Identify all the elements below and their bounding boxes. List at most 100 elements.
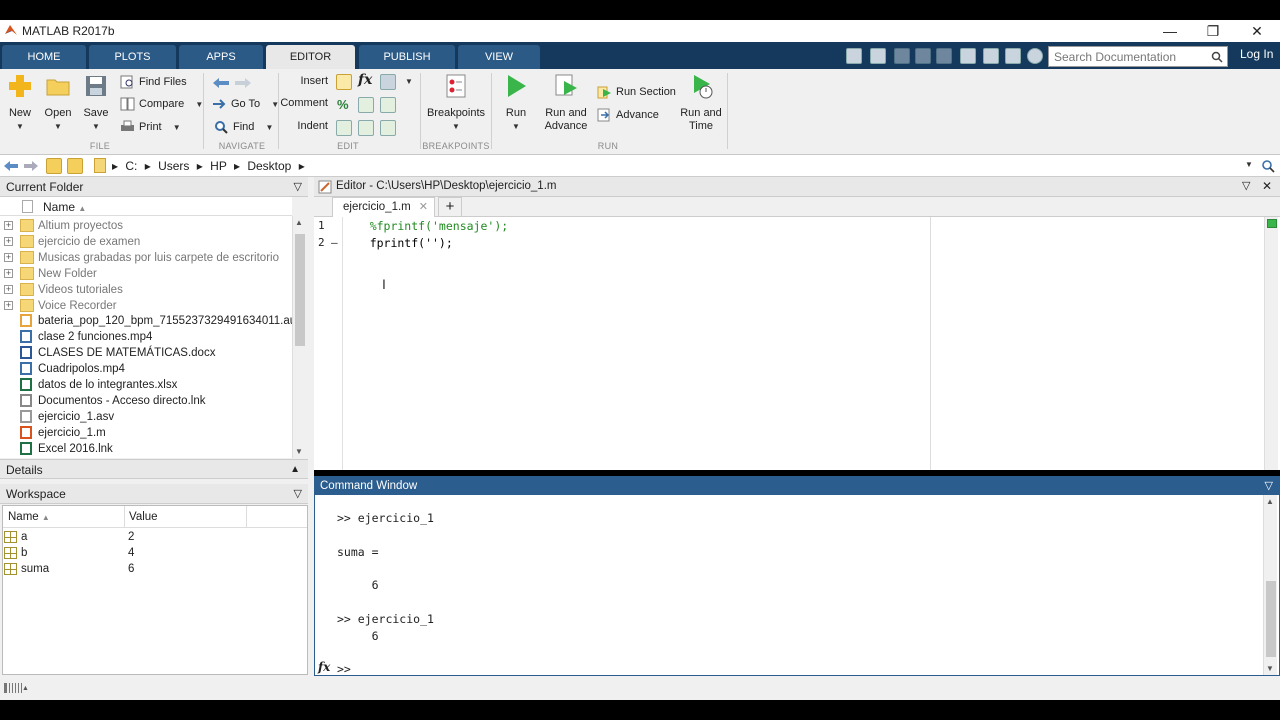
insert-matrix-icon[interactable] (380, 74, 396, 90)
tab-apps[interactable]: APPS (179, 45, 263, 69)
new-tab-plus-icon[interactable]: + (438, 197, 462, 217)
run-and-advance-button[interactable]: Run and Advance (540, 73, 592, 133)
tab-plots[interactable]: PLOTS (89, 45, 176, 69)
function-browser-icon[interactable]: fx (318, 660, 330, 674)
scroll-up-icon[interactable]: ▲ (1266, 497, 1274, 506)
expand-icon[interactable]: + (4, 221, 13, 230)
workspace-name-column[interactable]: Name ▲ (8, 511, 50, 523)
folder-list-item[interactable]: + ejercicio de examen (0, 234, 292, 250)
insert-function-icon[interactable]: fx (358, 72, 372, 88)
tab-editor[interactable]: EDITOR (266, 45, 355, 69)
expand-icon[interactable]: + (4, 236, 13, 246)
panel-menu-icon[interactable]: ▽ (294, 484, 302, 504)
wrap-comments-icon[interactable] (380, 97, 396, 113)
folder-list-item[interactable]: + New Folder (0, 266, 292, 282)
breadcrumb-drive[interactable]: C: (125, 159, 137, 173)
compare-button[interactable]: Compare ▼ (120, 95, 203, 113)
login-link[interactable]: Log In (1240, 47, 1273, 61)
folder-list-item[interactable]: + Voice Recorder (0, 298, 292, 314)
minimize-icon[interactable]: — (1152, 21, 1188, 41)
run-section-button[interactable]: Run Section (597, 83, 676, 101)
breadcrumb-desktop[interactable]: Desktop (247, 159, 291, 173)
folder-list-item[interactable]: datos de lo integrantes.xlsx (0, 377, 292, 393)
folder-list-item[interactable]: + Musicas grabadas por luis carpete de es… (0, 250, 292, 266)
search-documentation-input[interactable]: Search Documentation (1048, 46, 1228, 67)
workspace-value-column[interactable]: Value (129, 511, 158, 523)
command-prompt[interactable]: >> (337, 662, 351, 676)
maximize-icon[interactable]: ❐ (1195, 21, 1231, 41)
find-files-button[interactable]: Find Files (120, 73, 187, 91)
run-button[interactable]: Run ▼ (498, 73, 534, 133)
breakpoint-marker[interactable]: – (331, 236, 338, 249)
smart-indent-icon[interactable] (336, 120, 352, 136)
open-button[interactable]: Open ▼ (42, 73, 74, 133)
folder-list-item[interactable]: CLASES DE MATEMÁTICAS.docx (0, 345, 292, 361)
expand-icon[interactable]: + (4, 284, 13, 294)
go-to-button[interactable]: Go To ▼ (212, 95, 279, 113)
scroll-up-icon[interactable]: ▲ (295, 218, 303, 227)
collapse-icon[interactable]: ▲ (290, 460, 300, 480)
workspace-variable-row[interactable]: suma 6 (2, 561, 306, 577)
folder-list-item[interactable]: + Videos tutoriales (0, 282, 292, 298)
tab-view[interactable]: VIEW (458, 45, 540, 69)
folder-list-item[interactable]: ejercicio_1.asv (0, 409, 292, 425)
details-header[interactable]: Details ▲ (0, 459, 308, 479)
expand-icon[interactable]: + (4, 300, 13, 310)
breakpoints-button[interactable]: Breakpoints ▼ (426, 73, 486, 133)
breadcrumb-users[interactable]: Users (158, 159, 189, 173)
name-column-header[interactable]: Name ▲ (43, 200, 86, 214)
folder-list-item[interactable]: Cuadripolos.mp4 (0, 361, 292, 377)
new-button[interactable]: New ▼ (4, 73, 36, 133)
insert-section-icon[interactable] (336, 74, 352, 90)
outdent-icon[interactable] (380, 120, 396, 136)
copy-icon[interactable] (915, 48, 931, 64)
code-analyzer-ok-icon[interactable] (1267, 219, 1277, 228)
forward-arrow-icon[interactable] (234, 77, 252, 89)
folder-list-item[interactable]: bateria_pop_120_bpm_7155237329491634011.… (0, 313, 303, 329)
insert-dropdown-icon[interactable]: ▼ (405, 77, 413, 86)
command-window-menu-icon[interactable]: ▽ (1265, 477, 1273, 495)
save-button[interactable]: Save ▼ (80, 73, 112, 133)
folder-list-item[interactable]: + Altium proyectos (0, 218, 292, 234)
comment-icon[interactable]: % (337, 97, 349, 112)
indent-icon[interactable] (358, 120, 374, 136)
find-button[interactable]: Find ▼ (214, 118, 273, 136)
print-button[interactable]: Print ▼ (120, 118, 181, 136)
tab-close-icon[interactable]: ✕ (419, 198, 428, 216)
code-line[interactable]: 1 %fprintf('mensaje'); (314, 219, 1214, 236)
path-dropdown-icon[interactable]: ▼ (1245, 160, 1253, 169)
paste-icon[interactable] (936, 48, 952, 64)
workspace-variable-row[interactable]: a2 (2, 529, 306, 545)
scroll-down-icon[interactable]: ▼ (295, 447, 303, 456)
back-arrow-icon[interactable] (212, 77, 230, 89)
redo-icon[interactable] (983, 48, 999, 64)
save-quick-icon[interactable] (870, 48, 886, 64)
tab-home[interactable]: HOME (2, 45, 86, 69)
scroll-thumb[interactable] (295, 234, 305, 346)
code-line[interactable]: 2– fprintf(''); (314, 236, 1214, 253)
up-folder-icon[interactable] (46, 158, 62, 174)
folder-list-item[interactable]: Documentos - Acceso directo.lnk (0, 393, 292, 409)
help-icon[interactable] (1027, 48, 1043, 64)
folder-list-item[interactable]: Excel 2016.lnk (0, 441, 292, 457)
forward-icon[interactable] (23, 160, 39, 172)
editor-scrollbar[interactable] (1264, 217, 1278, 470)
current-folder-scrollbar[interactable]: ▲ ▼ (292, 216, 306, 458)
panel-menu-icon[interactable]: ▽ (294, 177, 302, 197)
editor-close-icon[interactable]: ✕ (1262, 179, 1272, 193)
undo-icon[interactable] (960, 48, 976, 64)
uncomment-icon[interactable] (358, 97, 374, 113)
layout-icon[interactable] (846, 48, 862, 64)
editor-file-tab[interactable]: ejercicio_1.m ✕ (332, 197, 435, 217)
folder-list-item[interactable]: clase 2 funciones.mp4 (0, 329, 292, 345)
expand-icon[interactable]: + (4, 252, 13, 262)
search-folder-icon[interactable] (1261, 159, 1275, 173)
search-icon[interactable] (1211, 51, 1223, 63)
browse-folder-icon[interactable] (67, 158, 83, 174)
workspace-variable-row[interactable]: b4 (2, 545, 306, 561)
tab-publish[interactable]: PUBLISH (359, 45, 455, 69)
folder-list-item[interactable]: ejercicio_1.m (0, 425, 292, 441)
breadcrumb-hp[interactable]: HP (210, 159, 226, 173)
command-window-scrollbar[interactable]: ▲ ▼ (1263, 495, 1277, 675)
close-icon[interactable]: ✕ (1239, 21, 1275, 41)
